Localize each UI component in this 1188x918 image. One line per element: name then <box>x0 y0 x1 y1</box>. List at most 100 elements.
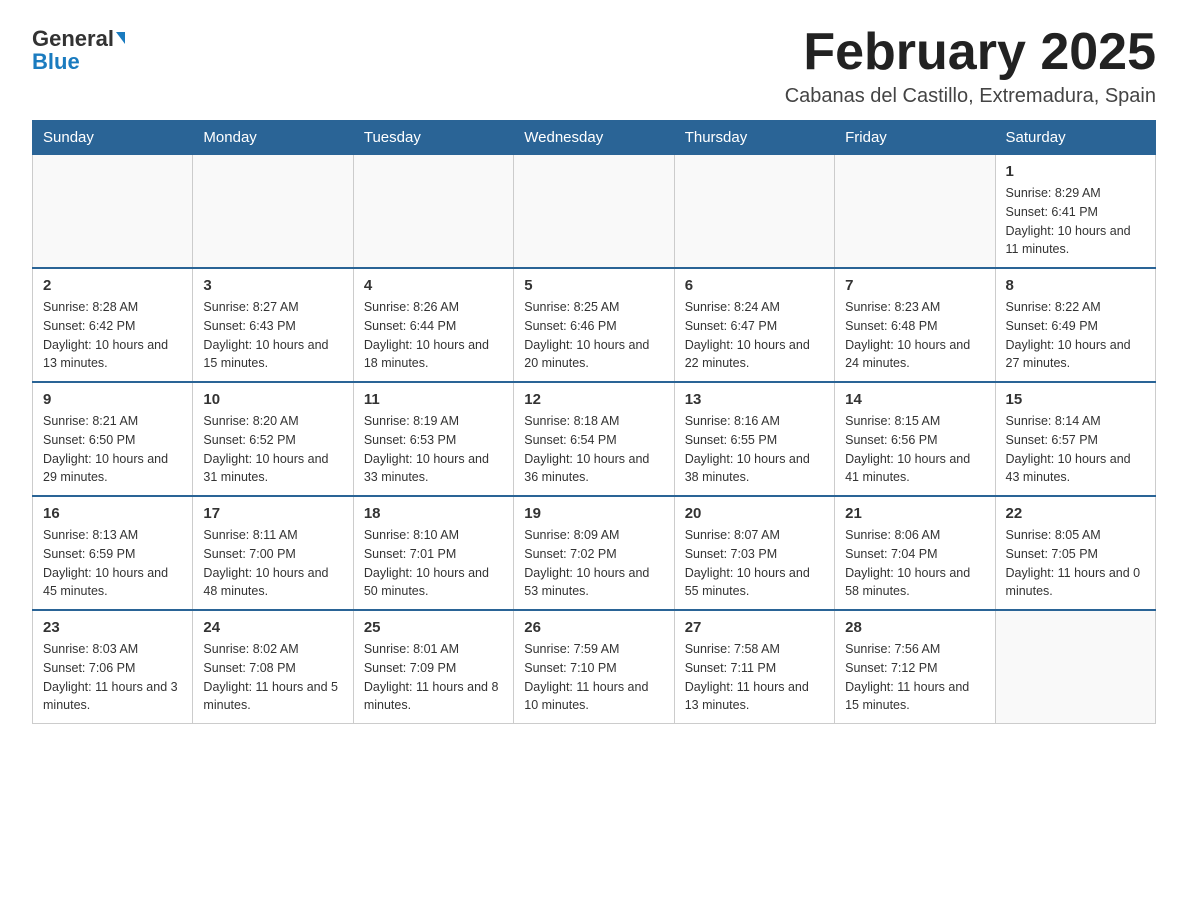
day-info: Sunrise: 8:11 AMSunset: 7:00 PMDaylight:… <box>203 526 342 601</box>
day-info: Sunrise: 8:03 AMSunset: 7:06 PMDaylight:… <box>43 640 182 715</box>
table-row <box>33 155 193 269</box>
day-info: Sunrise: 8:27 AMSunset: 6:43 PMDaylight:… <box>203 298 342 373</box>
day-number: 19 <box>524 505 663 522</box>
table-row <box>674 155 834 269</box>
table-row: 19 Sunrise: 8:09 AMSunset: 7:02 PMDayligh… <box>514 496 674 610</box>
day-info: Sunrise: 8:23 AMSunset: 6:48 PMDaylight:… <box>845 298 984 373</box>
day-number: 17 <box>203 505 342 522</box>
table-row <box>193 155 353 269</box>
day-number: 25 <box>364 619 503 636</box>
table-row: 23 Sunrise: 8:03 AMSunset: 7:06 PMDayligh… <box>33 610 193 724</box>
header-tuesday: Tuesday <box>353 121 513 155</box>
day-info: Sunrise: 8:26 AMSunset: 6:44 PMDaylight:… <box>364 298 503 373</box>
calendar-week-row: 9 Sunrise: 8:21 AMSunset: 6:50 PMDaylight… <box>33 382 1156 496</box>
day-info: Sunrise: 7:56 AMSunset: 7:12 PMDaylight:… <box>845 640 984 715</box>
day-number: 18 <box>364 505 503 522</box>
header-thursday: Thursday <box>674 121 834 155</box>
table-row <box>995 610 1155 724</box>
table-row: 5Sunrise: 8:25 AMSunset: 6:46 PMDaylight… <box>514 268 674 382</box>
day-info: Sunrise: 8:24 AMSunset: 6:47 PMDaylight:… <box>685 298 824 373</box>
table-row <box>514 155 674 269</box>
day-info: Sunrise: 8:01 AMSunset: 7:09 PMDaylight:… <box>364 640 503 715</box>
table-row: 27 Sunrise: 7:58 AMSunset: 7:11 PMDayligh… <box>674 610 834 724</box>
day-info: Sunrise: 8:06 AMSunset: 7:04 PMDaylight:… <box>845 526 984 601</box>
table-row: 7 Sunrise: 8:23 AMSunset: 6:48 PMDaylight… <box>835 268 995 382</box>
table-row: 10 Sunrise: 8:20 AMSunset: 6:52 PMDayligh… <box>193 382 353 496</box>
weekday-header-row: Sunday Monday Tuesday Wednesday Thursday… <box>33 121 1156 155</box>
table-row: 13Sunrise: 8:16 AMSunset: 6:55 PMDayligh… <box>674 382 834 496</box>
day-info: Sunrise: 8:13 AMSunset: 6:59 PMDaylight:… <box>43 526 182 601</box>
table-row: 18 Sunrise: 8:10 AMSunset: 7:01 PMDayligh… <box>353 496 513 610</box>
day-info: Sunrise: 8:09 AMSunset: 7:02 PMDaylight:… <box>524 526 663 601</box>
table-row: 9 Sunrise: 8:21 AMSunset: 6:50 PMDaylight… <box>33 382 193 496</box>
day-info: Sunrise: 8:22 AMSunset: 6:49 PMDaylight:… <box>1006 298 1145 373</box>
day-number: 9 <box>43 391 182 408</box>
table-row: 24 Sunrise: 8:02 AMSunset: 7:08 PMDayligh… <box>193 610 353 724</box>
day-info: Sunrise: 8:20 AMSunset: 6:52 PMDaylight:… <box>203 412 342 487</box>
day-info: Sunrise: 8:07 AMSunset: 7:03 PMDaylight:… <box>685 526 824 601</box>
day-number: 26 <box>524 619 663 636</box>
table-row: 14 Sunrise: 8:15 AMSunset: 6:56 PMDayligh… <box>835 382 995 496</box>
location-subtitle: Cabanas del Castillo, Extremadura, Spain <box>785 85 1156 108</box>
day-number: 6 <box>685 277 824 294</box>
day-number: 4 <box>364 277 503 294</box>
table-row: 4 Sunrise: 8:26 AMSunset: 6:44 PMDaylight… <box>353 268 513 382</box>
day-number: 15 <box>1006 391 1145 408</box>
table-row: 17 Sunrise: 8:11 AMSunset: 7:00 PMDayligh… <box>193 496 353 610</box>
table-row <box>835 155 995 269</box>
day-info: Sunrise: 7:59 AMSunset: 7:10 PMDaylight:… <box>524 640 663 715</box>
day-info: Sunrise: 8:10 AMSunset: 7:01 PMDaylight:… <box>364 526 503 601</box>
calendar-week-row: 23 Sunrise: 8:03 AMSunset: 7:06 PMDayligh… <box>33 610 1156 724</box>
day-info: Sunrise: 8:19 AMSunset: 6:53 PMDaylight:… <box>364 412 503 487</box>
day-number: 21 <box>845 505 984 522</box>
table-row: 26 Sunrise: 7:59 AMSunset: 7:10 PMDayligh… <box>514 610 674 724</box>
day-number: 1 <box>1006 163 1145 180</box>
header-friday: Friday <box>835 121 995 155</box>
day-number: 2 <box>43 277 182 294</box>
day-info: Sunrise: 8:29 AMSunset: 6:41 PMDaylight:… <box>1006 184 1145 259</box>
day-number: 14 <box>845 391 984 408</box>
table-row: 1 Sunrise: 8:29 AMSunset: 6:41 PMDaylight… <box>995 155 1155 269</box>
table-row: 2 Sunrise: 8:28 AMSunset: 6:42 PMDaylight… <box>33 268 193 382</box>
table-row <box>353 155 513 269</box>
header-monday: Monday <box>193 121 353 155</box>
day-number: 28 <box>845 619 984 636</box>
header-saturday: Saturday <box>995 121 1155 155</box>
table-row: 25 Sunrise: 8:01 AMSunset: 7:09 PMDayligh… <box>353 610 513 724</box>
day-info: Sunrise: 8:28 AMSunset: 6:42 PMDaylight:… <box>43 298 182 373</box>
day-number: 24 <box>203 619 342 636</box>
calendar-week-row: 1 Sunrise: 8:29 AMSunset: 6:41 PMDaylight… <box>33 155 1156 269</box>
day-info: Sunrise: 8:05 AMSunset: 7:05 PMDaylight:… <box>1006 526 1145 601</box>
calendar-table: Sunday Monday Tuesday Wednesday Thursday… <box>32 120 1156 724</box>
day-number: 27 <box>685 619 824 636</box>
day-info: Sunrise: 7:58 AMSunset: 7:11 PMDaylight:… <box>685 640 824 715</box>
day-number: 7 <box>845 277 984 294</box>
day-info: Sunrise: 8:14 AMSunset: 6:57 PMDaylight:… <box>1006 412 1145 487</box>
table-row: 3Sunrise: 8:27 AMSunset: 6:43 PMDaylight… <box>193 268 353 382</box>
table-row: 28 Sunrise: 7:56 AMSunset: 7:12 PMDayligh… <box>835 610 995 724</box>
day-number: 11 <box>364 391 503 408</box>
table-row: 16Sunrise: 8:13 AMSunset: 6:59 PMDayligh… <box>33 496 193 610</box>
table-row: 8 Sunrise: 8:22 AMSunset: 6:49 PMDaylight… <box>995 268 1155 382</box>
day-number: 23 <box>43 619 182 636</box>
day-number: 10 <box>203 391 342 408</box>
day-info: Sunrise: 8:21 AMSunset: 6:50 PMDaylight:… <box>43 412 182 487</box>
day-info: Sunrise: 8:18 AMSunset: 6:54 PMDaylight:… <box>524 412 663 487</box>
title-block: February 2025 Cabanas del Castillo, Extr… <box>785 24 1156 108</box>
logo-triangle-icon <box>116 32 125 44</box>
header-wednesday: Wednesday <box>514 121 674 155</box>
day-number: 22 <box>1006 505 1145 522</box>
logo-blue: Blue <box>32 51 80 73</box>
table-row: 11 Sunrise: 8:19 AMSunset: 6:53 PMDayligh… <box>353 382 513 496</box>
day-number: 8 <box>1006 277 1145 294</box>
calendar-week-row: 16Sunrise: 8:13 AMSunset: 6:59 PMDayligh… <box>33 496 1156 610</box>
day-info: Sunrise: 8:16 AMSunset: 6:55 PMDaylight:… <box>685 412 824 487</box>
calendar-week-row: 2 Sunrise: 8:28 AMSunset: 6:42 PMDaylight… <box>33 268 1156 382</box>
day-number: 5 <box>524 277 663 294</box>
table-row: 22 Sunrise: 8:05 AMSunset: 7:05 PMDayligh… <box>995 496 1155 610</box>
day-info: Sunrise: 8:02 AMSunset: 7:08 PMDaylight:… <box>203 640 342 715</box>
header-sunday: Sunday <box>33 121 193 155</box>
day-number: 12 <box>524 391 663 408</box>
day-info: Sunrise: 8:15 AMSunset: 6:56 PMDaylight:… <box>845 412 984 487</box>
logo-general: General <box>32 28 125 50</box>
